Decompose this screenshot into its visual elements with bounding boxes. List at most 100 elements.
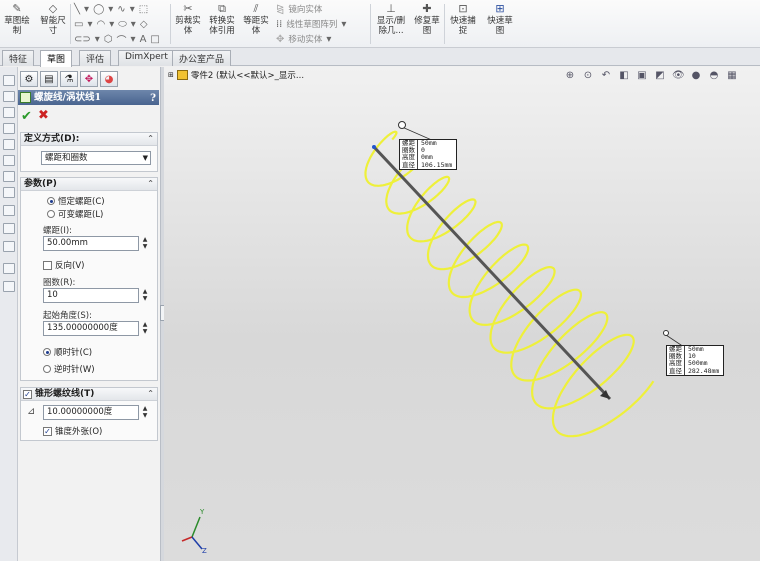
variable-pitch-radio[interactable]: 可变螺距(L) [47,208,103,220]
collapse-icon[interactable]: ⌃ [147,178,154,190]
revolutions-input[interactable]: 10 [43,288,139,303]
strip-icon[interactable] [3,155,15,166]
smart-dimension-button[interactable]: ◇ 智能尺 寸 [36,2,70,36]
strip-icon[interactable] [3,223,15,234]
revolutions-spinner[interactable]: ▲ ▼ [141,288,149,303]
text-icon[interactable]: A [140,34,147,45]
taper-angle-input[interactable]: 10.00000000度 [43,405,139,420]
convert-icon: ⧉ [218,2,226,15]
dropdown-icon[interactable]: ▾ [84,4,89,15]
dropdown-icon[interactable]: ▾ [109,19,114,30]
ellipse-icon[interactable]: ⬭ [118,19,127,30]
parameters-title: 参数(P) [24,179,57,189]
feature-manager-icon[interactable]: ⚙ [20,71,38,87]
polygon-icon[interactable]: ⬡ [104,34,113,45]
sketch-button[interactable]: ✎ 草图绘 制 [2,2,32,36]
tab-dimxpert[interactable]: DimXpert [118,50,175,66]
reverse-checkbox[interactable]: 反向(V) [43,259,84,271]
dimension-icon: ◇ [48,2,58,15]
dropdown-icon[interactable]: ▾ [326,34,331,45]
trim-entities-button[interactable]: ✂ 剪裁实 体 [172,2,204,36]
strip-icon[interactable] [3,281,15,292]
dotted-rect-icon[interactable]: ⬚ [139,4,148,15]
rectangle-icon[interactable]: ▭ [74,19,83,30]
line-icon[interactable]: ╲ [74,4,80,15]
tab-evaluate[interactable]: 评估 [79,50,112,66]
circle-icon[interactable]: ◯ [93,4,104,15]
quick-snaps-button[interactable]: ⊡ 快速捕 捉 [446,2,480,36]
mirror-entities-button[interactable]: ⧎ 镜向实体 [276,2,322,16]
dimxpert-manager-icon[interactable]: ✥ [80,71,98,87]
dropdown-icon[interactable]: ▾ [95,34,100,45]
spline-icon[interactable]: ∿ [117,4,125,15]
graphics-area[interactable]: ⊞ 零件2 (默认<<默认>_显示... ⊕ ⊙ ↶ ◧ ▣ ◩ 👁 ● ◓ ▦… [164,67,760,561]
collapse-icon[interactable]: ⌃ [147,388,154,400]
tab-sketch[interactable]: 草图 [40,50,73,67]
quick-snaps-label: 快速捕 捉 [450,16,476,36]
strip-icon[interactable] [3,123,15,134]
start-angle-spinner[interactable]: ▲ ▼ [141,321,149,336]
clockwise-radio[interactable]: 顺时针(C) [43,346,92,358]
ok-button[interactable]: ✔ [21,109,32,124]
slot-icon[interactable]: ⊂⊃ [74,34,91,45]
strip-icon[interactable] [3,139,15,150]
helix-feature-icon [20,92,31,103]
strip-icon[interactable] [3,91,15,102]
counterclockwise-radio[interactable]: 逆时针(W) [43,363,95,375]
rapid-sketch-button[interactable]: ⊞ 快速草 图 [484,2,516,36]
strip-icon[interactable] [3,263,15,274]
fillet-icon[interactable]: ⌒ [117,32,127,47]
constant-pitch-radio[interactable]: 恒定螺距(C) [47,195,105,207]
define-by-header[interactable]: 定义方式(D): ⌃ [21,133,157,146]
chevron-down-icon: ▼ [142,154,148,162]
strip-icon[interactable] [3,171,15,182]
helix-axis-line[interactable] [372,145,612,401]
strip-icon[interactable] [3,205,15,216]
arc-icon[interactable]: ◠ [96,19,105,30]
triad-axes [181,516,203,550]
strip-icon[interactable] [3,187,15,198]
pitch-input[interactable]: 50.00mm [43,236,139,251]
dropdown-icon[interactable]: ▾ [108,4,113,15]
point-icon[interactable]: □ [150,34,159,45]
parameters-header[interactable]: 参数(P) ⌃ [21,178,157,191]
configuration-manager-icon[interactable]: ⚗ [60,71,78,87]
strip-icon[interactable] [3,75,15,86]
start-angle-input[interactable]: 135.00000000度 [43,321,139,336]
property-manager-icon[interactable]: ▤ [40,71,58,87]
checkbox-box: ✓ [43,426,52,436]
move-entities-button[interactable]: ✥ 移动实体 ▾ [276,32,331,46]
convert-entities-button[interactable]: ⧉ 转换实 体引用 [205,2,239,36]
dropdown-icon[interactable]: ▾ [341,19,346,30]
dropdown-icon[interactable]: ▾ [87,19,92,30]
dropdown-icon[interactable]: ▾ [131,19,136,30]
sketch-label: 草图绘 制 [4,16,30,36]
offset-entities-button[interactable]: ⫽ 等距实 体 [240,2,272,36]
helix-curve[interactable] [364,130,655,438]
strip-icon[interactable] [3,107,15,118]
collapse-icon[interactable]: ⌃ [147,133,154,145]
pitch-label: 螺距(I): [43,226,73,236]
pitch-spinner[interactable]: ▲ ▼ [141,236,149,251]
taper-helix-checkbox[interactable]: ✓ [23,390,32,399]
trim-label: 剪裁实 体 [175,16,201,36]
display-manager-icon[interactable]: ◕ [100,71,118,87]
tab-features[interactable]: 特征 [2,50,35,66]
plane-icon[interactable]: ◇ [140,19,148,30]
linear-pattern-label: 线性草图阵列 [286,20,338,30]
sketch-tools-row-3: ⊂⊃ ▾ ⬡ ⌒ ▾ A □ [74,32,160,47]
tab-office-products[interactable]: 办公室产品 [172,50,232,66]
repair-sketch-button[interactable]: ✚ 修复草 图 [412,2,442,36]
display-delete-relations-button[interactable]: ⊥ 显示/删 除几... [372,2,410,36]
dropdown-icon[interactable]: ▾ [131,34,136,45]
taper-helix-header[interactable]: ✓ 锥形螺纹线(T) ⌃ [21,388,157,401]
help-icon[interactable]: ? [150,91,156,106]
strip-icon[interactable] [3,241,15,252]
reference-triad: Y Z [178,507,218,559]
dropdown-icon[interactable]: ▾ [130,4,135,15]
taper-outward-checkbox[interactable]: ✓ 锥度外张(O) [43,425,102,437]
cancel-button[interactable]: ✖ [38,108,49,123]
taper-angle-spinner[interactable]: ▲ ▼ [141,405,149,420]
linear-pattern-button[interactable]: ⁞⁞ 线性草图阵列 ▾ [276,17,346,31]
define-by-select[interactable]: 螺距和圈数 ▼ [41,151,151,165]
